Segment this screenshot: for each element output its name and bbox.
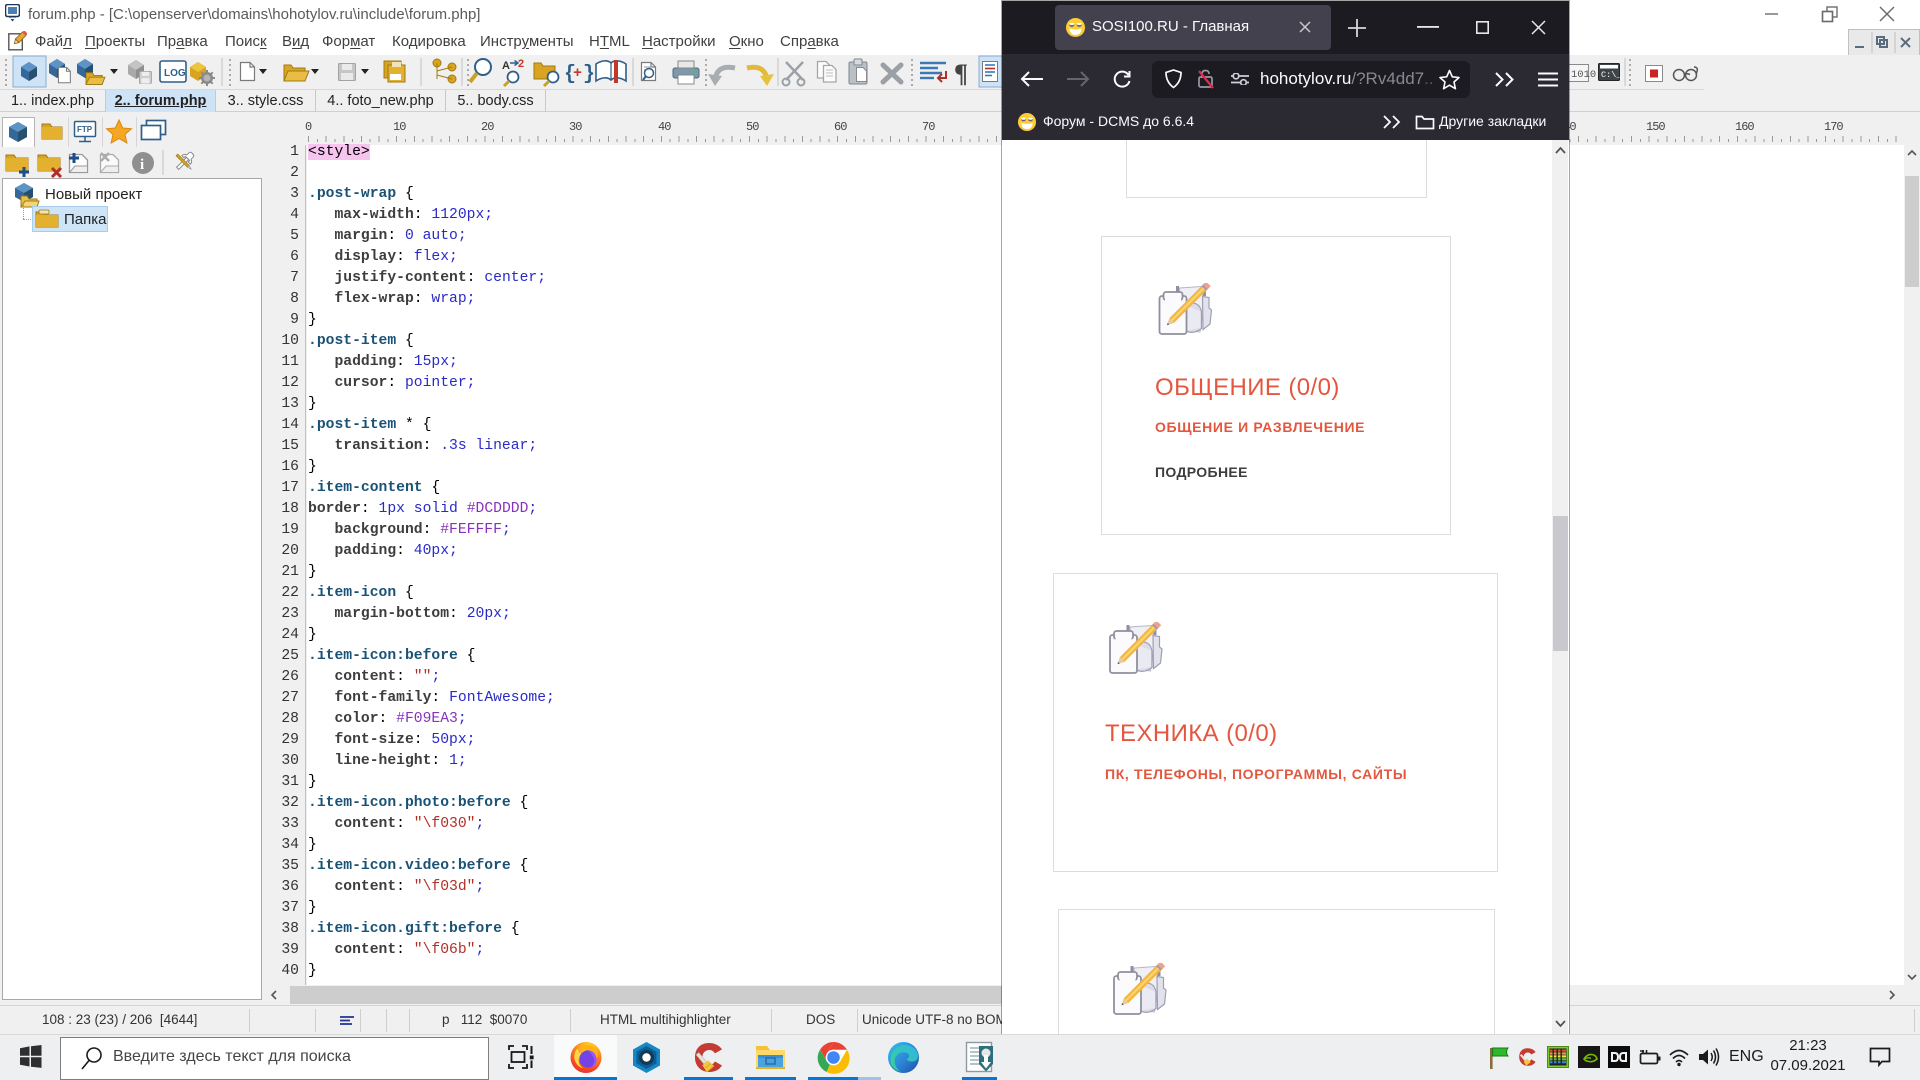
svg-text:1010: 1010 [1571,69,1596,81]
svg-text:LOG: LOG [164,68,186,79]
svg-text:A: A [502,60,510,72]
svg-text:i: i [140,157,144,173]
svg-text:+: + [573,65,582,82]
svg-text:FTP: FTP [77,125,93,134]
svg-text:}: } [583,63,595,86]
svg-text:C:\_: C:\_ [1601,70,1622,80]
svg-text:¶: ¶ [954,59,968,88]
svg-text:2: 2 [518,58,524,70]
